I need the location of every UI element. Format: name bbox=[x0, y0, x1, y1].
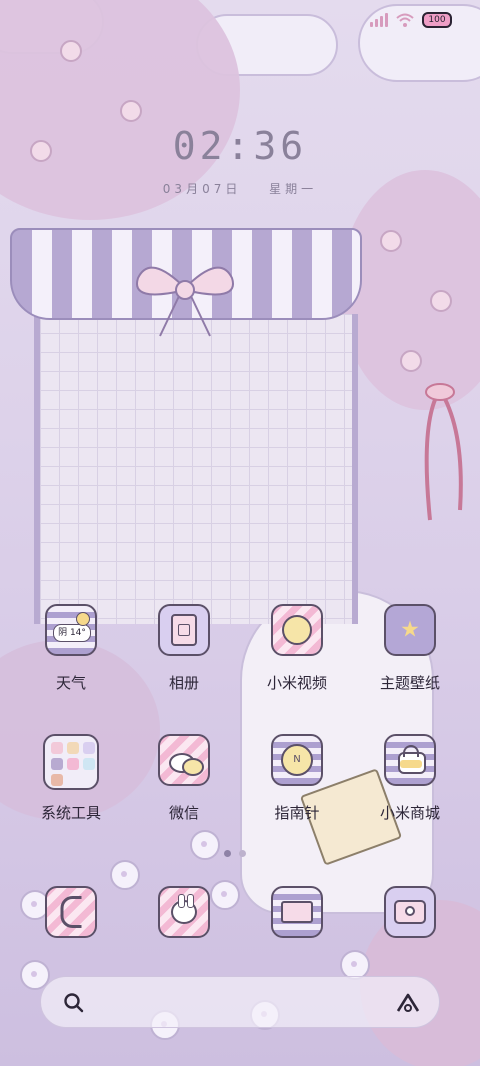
wechat-icon bbox=[158, 734, 210, 786]
page-dot-active bbox=[224, 850, 231, 857]
bow-icon bbox=[136, 266, 234, 337]
app-mi-store[interactable]: 小米商城 bbox=[354, 734, 466, 823]
compass-icon: N bbox=[271, 734, 323, 786]
blossom bbox=[60, 40, 82, 62]
app-label: 天气 bbox=[55, 674, 86, 692]
assistant-icon[interactable] bbox=[395, 991, 421, 1015]
date-text: 03月07日 bbox=[162, 182, 242, 196]
app-video[interactable]: 小米视频 bbox=[241, 604, 353, 693]
status-bar: 100 bbox=[370, 12, 452, 28]
ribbon-decoration bbox=[424, 383, 463, 521]
gallery-icon bbox=[158, 604, 210, 656]
app-wechat[interactable]: 微信 bbox=[128, 734, 240, 823]
weather-badge: 阴 14° bbox=[53, 624, 91, 642]
dock-messages[interactable] bbox=[241, 886, 353, 938]
bunny-icon bbox=[158, 886, 210, 938]
blossom bbox=[380, 230, 402, 252]
signal-icon bbox=[370, 13, 388, 27]
app-label: 小米商城 bbox=[379, 804, 440, 822]
date-row[interactable]: 03月07日 星期一 bbox=[0, 180, 480, 197]
app-label: 指南针 bbox=[274, 804, 320, 822]
app-compass[interactable]: N 指南针 bbox=[241, 734, 353, 823]
stall-illustration bbox=[10, 228, 362, 648]
app-system-tools-folder[interactable]: 系统工具 bbox=[15, 734, 127, 823]
search-icon[interactable] bbox=[63, 992, 85, 1014]
shop-icon bbox=[384, 734, 436, 786]
app-label: 小米视频 bbox=[266, 674, 327, 692]
page-dot bbox=[239, 850, 246, 857]
app-label: 系统工具 bbox=[40, 804, 101, 822]
app-weather[interactable]: 阴 14° 天气 bbox=[15, 604, 127, 693]
app-label: 微信 bbox=[168, 804, 199, 822]
folder-icon bbox=[43, 734, 99, 790]
blossom bbox=[120, 100, 142, 122]
clock-time[interactable]: 02:36 bbox=[0, 124, 480, 168]
app-gallery[interactable]: 相册 bbox=[128, 604, 240, 693]
weather-icon: 阴 14° bbox=[45, 604, 97, 656]
app-label: 相册 bbox=[168, 674, 199, 692]
phone-icon bbox=[45, 886, 97, 938]
video-icon bbox=[271, 604, 323, 656]
dock-camera[interactable] bbox=[354, 886, 466, 938]
message-icon bbox=[271, 886, 323, 938]
dock-phone[interactable] bbox=[15, 886, 127, 938]
camera-icon bbox=[384, 886, 436, 938]
search-bar[interactable] bbox=[40, 976, 440, 1028]
flower bbox=[190, 830, 220, 860]
app-label: 主题壁纸 bbox=[379, 674, 440, 692]
grid-board bbox=[34, 314, 358, 624]
app-themes[interactable]: ★ 主题壁纸 bbox=[354, 604, 466, 693]
weekday-text: 星期一 bbox=[269, 182, 318, 196]
dock-bunny-app[interactable] bbox=[128, 886, 240, 938]
theme-icon: ★ bbox=[384, 604, 436, 656]
wifi-icon bbox=[396, 13, 414, 27]
page-indicator[interactable] bbox=[224, 850, 246, 857]
battery-indicator: 100 bbox=[422, 12, 452, 28]
blossom bbox=[400, 350, 422, 372]
blossom bbox=[430, 290, 452, 312]
